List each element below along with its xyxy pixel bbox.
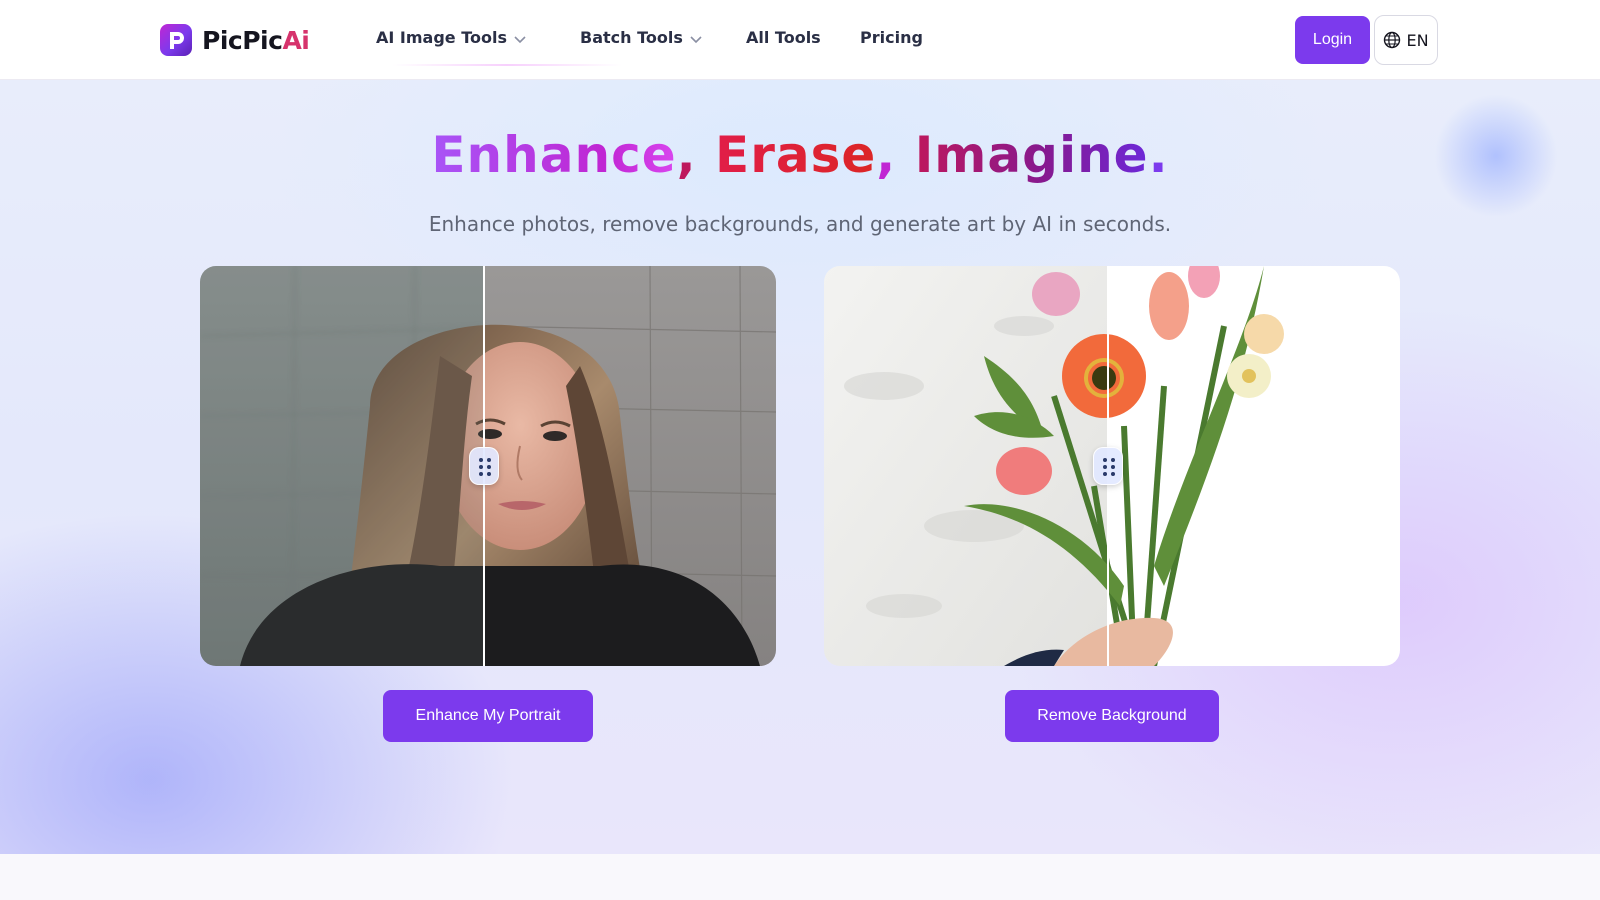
language-label: EN — [1406, 30, 1429, 50]
title-word-enhance: Enhance — [431, 126, 677, 184]
chevron-down-icon — [690, 35, 702, 43]
title-comma: , — [676, 126, 697, 184]
logo-icon — [160, 24, 192, 56]
nav-label: All Tools — [746, 28, 821, 47]
title-period: . — [1148, 126, 1169, 184]
hero-title: Enhance, Erase, Imagine. — [0, 126, 1600, 184]
nav-ai-image-tools[interactable]: AI Image Tools — [376, 28, 580, 47]
nav-label: Pricing — [860, 28, 923, 47]
next-section — [0, 854, 1600, 900]
portrait-compare-card[interactable] — [200, 266, 776, 666]
nav-all-tools[interactable]: All Tools — [746, 28, 860, 47]
globe-icon — [1384, 31, 1401, 49]
login-button[interactable]: Login — [1295, 16, 1370, 64]
title-word-imagine: Imagine — [914, 126, 1149, 184]
main-nav: AI Image Tools Batch Tools All Tools Pri… — [376, 28, 923, 47]
brand-logo[interactable]: PicPicAi — [160, 23, 310, 57]
chevron-down-icon — [514, 35, 526, 43]
drag-handle-icon[interactable] — [469, 447, 499, 485]
drag-handle-icon[interactable] — [1093, 447, 1123, 485]
nav-batch-tools[interactable]: Batch Tools — [580, 28, 746, 47]
nav-pricing[interactable]: Pricing — [860, 28, 923, 47]
remove-background-button[interactable]: Remove Background — [1005, 690, 1219, 742]
hero-section: Enhance, Erase, Imagine. Enhance photos,… — [0, 80, 1600, 854]
hero-subtitle: Enhance photos, remove backgrounds, and … — [428, 212, 1172, 236]
logo-text: PicPicAi — [202, 25, 310, 55]
language-selector[interactable]: EN — [1374, 15, 1438, 65]
site-header: PicPicAi AI Image Tools Batch Tools All … — [0, 0, 1600, 80]
nav-label: Batch Tools — [580, 28, 683, 47]
nav-hover-underline — [392, 64, 622, 66]
background-compare-card[interactable] — [824, 266, 1400, 666]
nav-label: AI Image Tools — [376, 28, 507, 47]
title-word-erase: Erase — [715, 126, 877, 184]
title-comma: , — [876, 126, 897, 184]
enhance-portrait-button[interactable]: Enhance My Portrait — [383, 690, 593, 742]
